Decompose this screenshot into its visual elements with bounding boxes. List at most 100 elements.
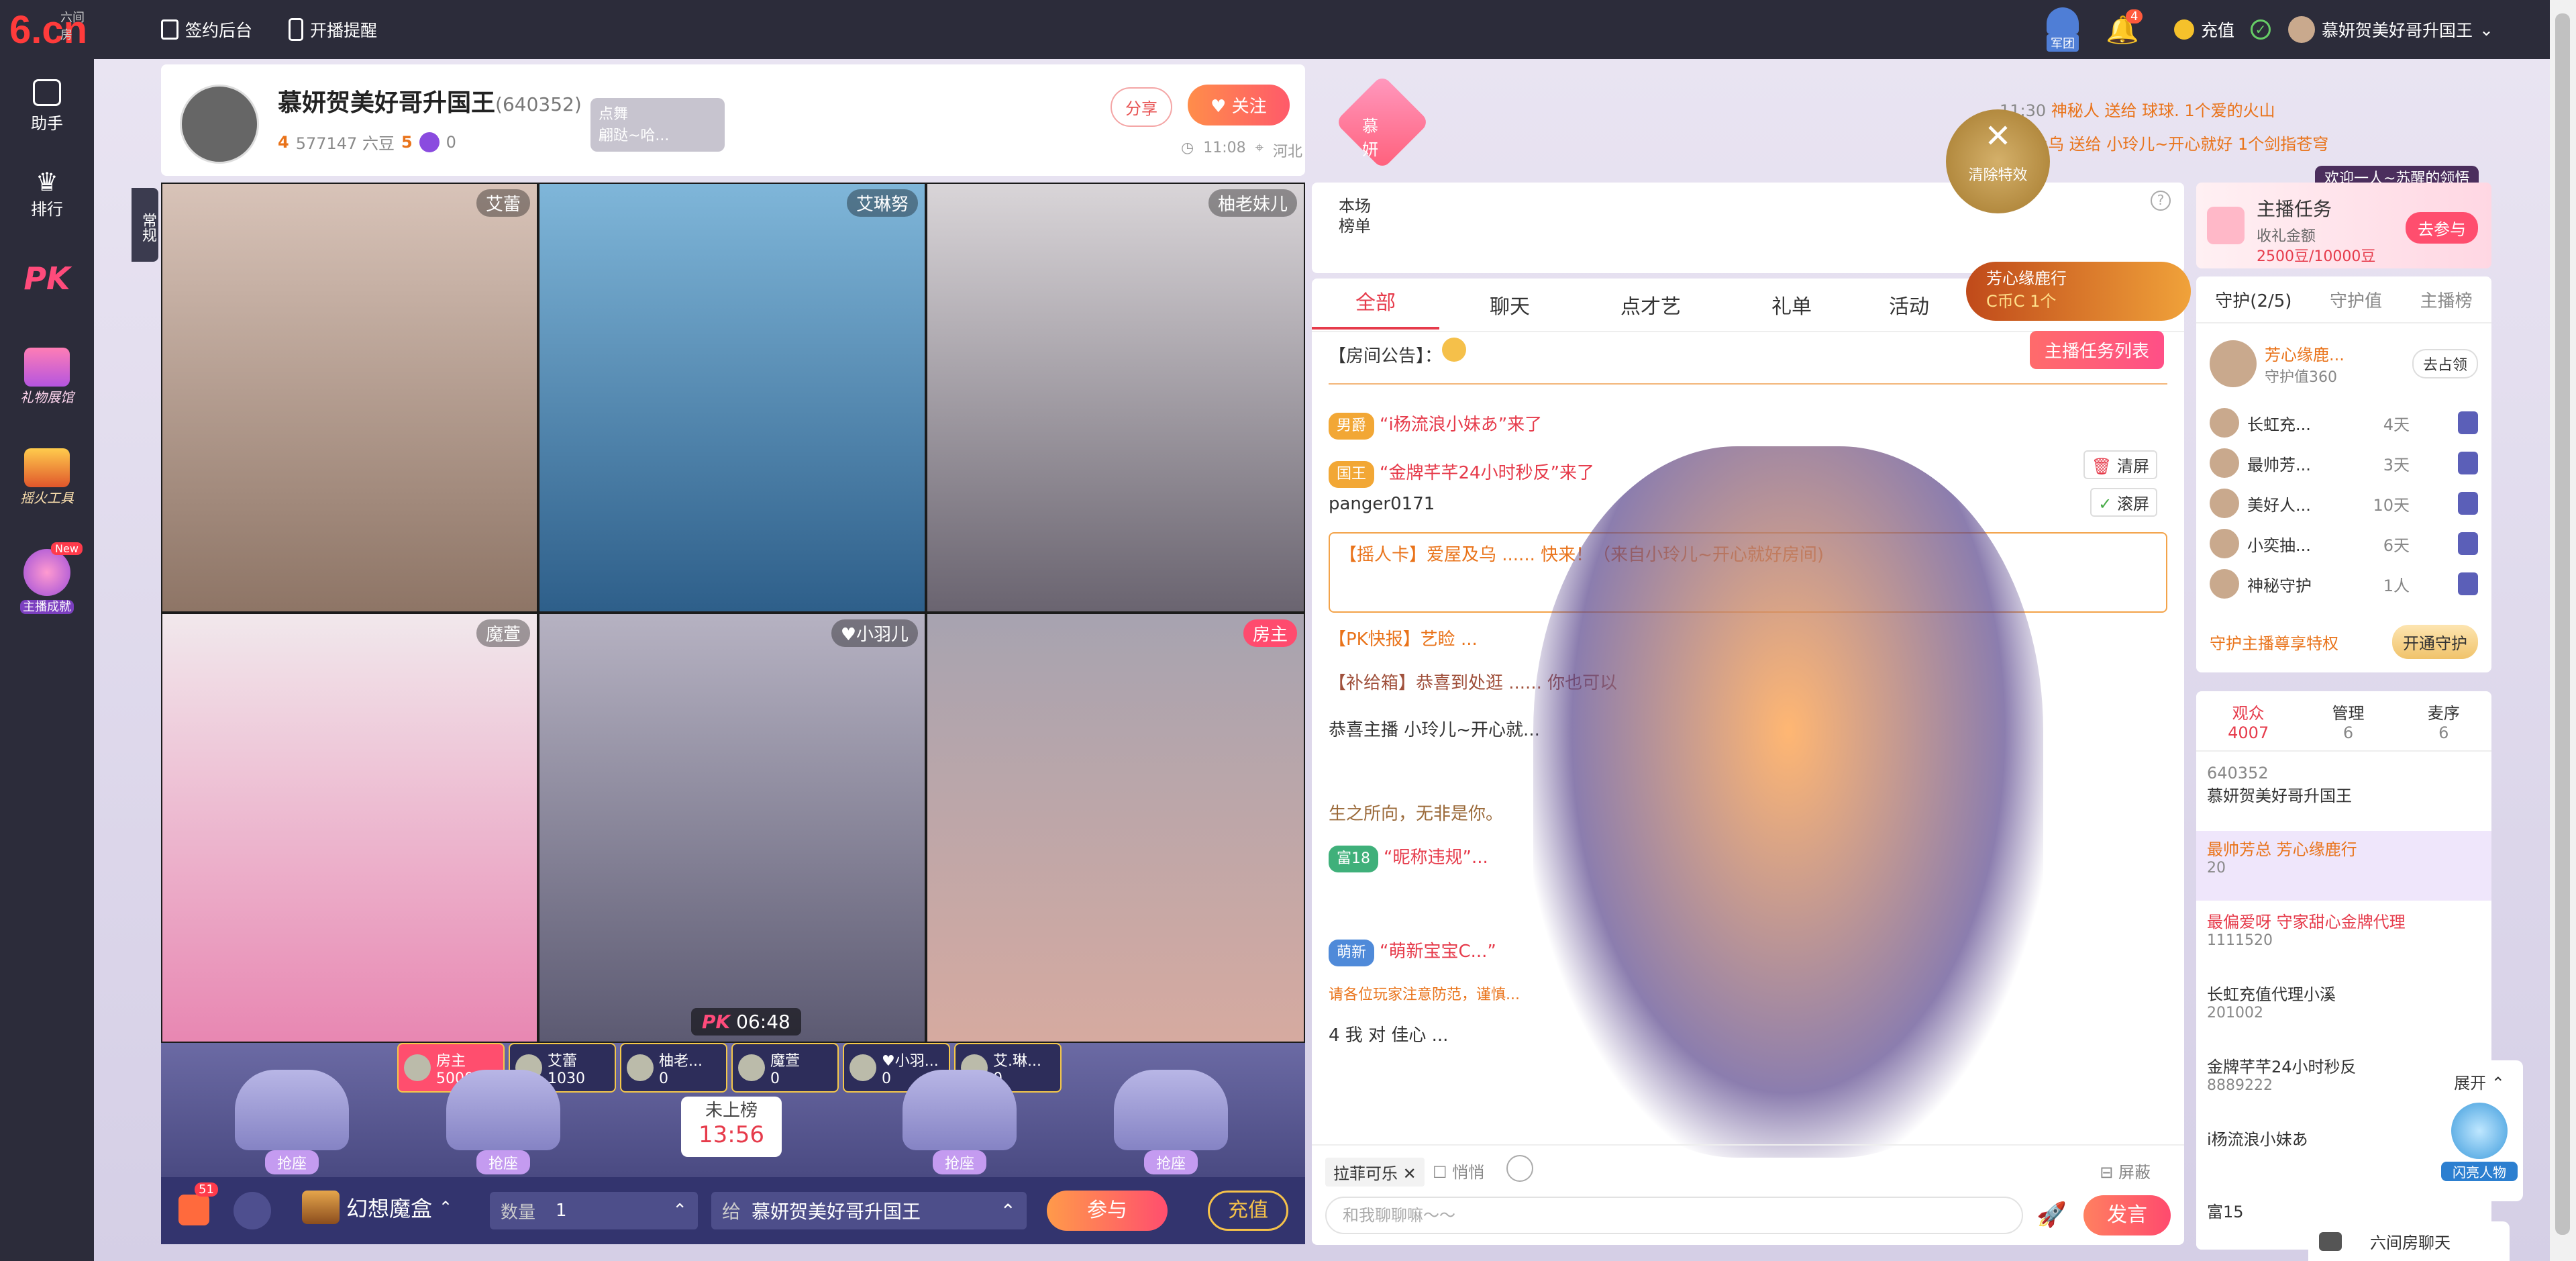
guard-panel: 守护(2/5) 守护值 主播榜 芳心缘鹿... 守护值360 去占领 长虹充...… — [2196, 276, 2491, 672]
video-cell[interactable]: ♥小羽儿 — [538, 613, 926, 1043]
rocket-icon[interactable]: 🚀 — [2037, 1201, 2067, 1229]
viewer-row[interactable]: 640352 慕妍贺美好哥升国王 — [2196, 758, 2491, 828]
share-button[interactable]: 分享 — [1111, 87, 1172, 127]
seat[interactable]: 抢座 — [892, 1070, 1027, 1174]
seat[interactable]: 抢座 — [225, 1070, 359, 1174]
flash-people-widget[interactable]: 展开 ⌃ 闪亮人物 — [2436, 1060, 2523, 1201]
guard-avatar — [2210, 340, 2257, 387]
video-name: 艾琳努 — [846, 189, 918, 217]
clear-screen-button[interactable]: 🗑 清屏 — [2083, 450, 2157, 479]
guard-row[interactable]: 最帅芳... 3天 — [2210, 444, 2478, 482]
tab-guard-value[interactable]: 守护值 — [2330, 287, 2382, 312]
tab-all[interactable]: 全部 — [1312, 280, 1439, 330]
video-cell[interactable]: 艾蕾 — [161, 183, 538, 613]
private-checkbox[interactable]: ☐ 悄悄 — [1433, 1159, 1484, 1182]
video-cell[interactable]: 房主 — [926, 613, 1305, 1043]
notification-button[interactable]: 🔔 4 — [2106, 0, 2143, 59]
sign-button[interactable]: 签约后台 — [161, 0, 252, 59]
task-progress: 2500豆/10000豆 — [2257, 248, 2376, 265]
room-chat-widget[interactable]: 六间房聊天 — [2308, 1221, 2510, 1261]
tab-mic-queue[interactable]: 麦序 6 — [2428, 700, 2460, 742]
grab-seat-button[interactable]: 抢座 — [932, 1150, 987, 1174]
tab-guard[interactable]: 守护(2/5) — [2215, 287, 2291, 312]
gift-count: 51 — [195, 1182, 218, 1197]
scroll-toggle[interactable]: ✓ 滚屏 — [2090, 488, 2157, 517]
recharge-button[interactable]: 充值 — [1208, 1191, 1288, 1231]
promo-banner[interactable]: 芳心缘鹿行 C币C 1个 — [1966, 262, 2191, 321]
grab-seat-button[interactable]: 抢座 — [264, 1150, 319, 1174]
chevron-down-icon: ⌄ — [2479, 19, 2493, 40]
follow-button[interactable]: ♥ 关注 — [1188, 85, 1290, 125]
sidebar-item-assistant[interactable]: 助手 — [0, 79, 94, 134]
clock-icon: ◷ — [1181, 140, 1194, 156]
room-id: (640352) — [495, 93, 582, 115]
sidebar-item-pk[interactable]: PK — [0, 260, 94, 297]
occupy-button[interactable]: 去占领 — [2412, 349, 2478, 379]
sidebar-item-label: 排行 — [31, 200, 63, 219]
score-avatar — [849, 1054, 876, 1081]
viewer-row[interactable]: 最偏爱呀 守家甜心金牌代理 1111520 — [2196, 903, 2491, 973]
task-join-button[interactable]: 去参与 — [2406, 212, 2478, 244]
tab-chat[interactable]: 聊天 — [1439, 290, 1580, 319]
tab-count: 4007 — [2228, 723, 2269, 742]
tab-admins[interactable]: 管理 6 — [2332, 700, 2365, 742]
army-button[interactable]: 军团 — [2047, 0, 2079, 59]
seat[interactable]: 抢座 — [1104, 1070, 1238, 1174]
magic-box-selector[interactable]: 幻想魔盒 ⌃ — [302, 1191, 452, 1224]
rank-box-title[interactable]: 本场榜单 — [1339, 196, 1379, 236]
grab-seat-button[interactable]: 抢座 — [1143, 1150, 1198, 1174]
block-toggle[interactable]: ⊟ 屏蔽 — [2100, 1159, 2151, 1182]
quantity-stepper[interactable]: 数量 1 ⌃ — [490, 1192, 698, 1229]
sidebar-item-rank[interactable]: ♛ 排行 — [0, 168, 94, 219]
page-scrollbar[interactable] — [2550, 0, 2576, 1261]
guard-row[interactable]: 小奕抽... 6天 — [2210, 525, 2478, 562]
seat[interactable]: 抢座 — [436, 1070, 570, 1174]
send-button[interactable]: 发言 — [2083, 1195, 2171, 1235]
guard-row[interactable]: 长虹充... 4天 — [2210, 404, 2478, 442]
emoji-picker-icon[interactable] — [1506, 1155, 1533, 1182]
score-tab[interactable]: 柚老... 0 — [620, 1043, 727, 1093]
task-list-button[interactable]: 主播任务列表 — [2029, 331, 2164, 369]
sidebar-item-gift-hall[interactable]: 礼物展馆 — [0, 348, 94, 406]
guard-row[interactable]: 美好人... 10天 — [2210, 485, 2478, 522]
expand-toggle[interactable]: 展开 ⌃ — [2436, 1060, 2523, 1093]
anchor-avatar[interactable] — [180, 85, 259, 164]
grab-seat-button[interactable]: 抢座 — [476, 1150, 531, 1174]
user-menu[interactable]: 慕妍贺美好哥升国王 ⌄ — [2288, 0, 2493, 59]
scrollbar-thumb[interactable] — [2555, 13, 2570, 1235]
sidebar-item-achievement[interactable]: New 主播成就 — [0, 542, 94, 615]
chat-target[interactable]: 拉菲可乐 ✕ — [1325, 1158, 1425, 1187]
score-tab[interactable]: 魔萱 0 — [731, 1043, 839, 1093]
magic-wand-icon[interactable] — [234, 1192, 271, 1229]
site-logo[interactable]: 6.cn 六间房 — [9, 0, 87, 59]
remind-button[interactable]: 开播提醒 — [289, 0, 377, 59]
tab-anchor-rank[interactable]: 主播榜 — [2420, 287, 2473, 312]
guard-name: 最帅芳... — [2247, 455, 2311, 474]
video-cell[interactable]: 柚老妹儿 — [926, 183, 1305, 613]
video-name: 魔萱 — [476, 619, 530, 647]
mode-tag[interactable]: 常规 — [132, 188, 158, 262]
join-button[interactable]: 参与 — [1047, 1191, 1168, 1231]
dance-card[interactable]: 点舞 翩跶~哈... — [590, 98, 725, 152]
tab-talent[interactable]: 点才艺 — [1580, 290, 1721, 319]
chat-bubble-icon — [2319, 1231, 2342, 1251]
recharge-link[interactable]: 充值 ✓ — [2174, 0, 2271, 59]
viewer-row[interactable]: 长虹充值代理小溪 201002 — [2196, 976, 2491, 1046]
recipient-select[interactable]: 给 慕妍贺美好哥升国王 ⌃ — [711, 1192, 1027, 1229]
chat-message: 萌新 “萌新宝宝C...” — [1329, 940, 1496, 966]
clear-effects-button[interactable]: ✕ 清除特效 — [1946, 109, 2050, 213]
tab-audience[interactable]: 观众 4007 — [2228, 700, 2269, 742]
viewer-row[interactable]: 最帅芳总 芳心缘鹿行 20 — [2196, 831, 2491, 901]
gift-box-icon[interactable] — [178, 1195, 209, 1225]
video-cell[interactable]: 艾琳努 — [538, 183, 926, 613]
video-cell[interactable]: 魔萱 — [161, 613, 538, 1043]
help-icon[interactable]: ? — [2151, 191, 2171, 211]
tab-activity[interactable]: 活动 — [1862, 290, 1956, 319]
sidebar-item-label: 主播成就 — [20, 600, 74, 614]
open-guard-button[interactable]: 开通守护 — [2392, 625, 2478, 659]
tab-gift-list[interactable]: 礼单 — [1721, 290, 1862, 319]
guard-days: 3天 — [2383, 455, 2410, 474]
chat-input[interactable]: 和我聊聊嘛～～ — [1325, 1197, 2023, 1234]
guard-row[interactable]: 神秘守护 1人 — [2210, 565, 2478, 603]
sidebar-item-tools[interactable]: 摇火工具 — [0, 448, 94, 507]
